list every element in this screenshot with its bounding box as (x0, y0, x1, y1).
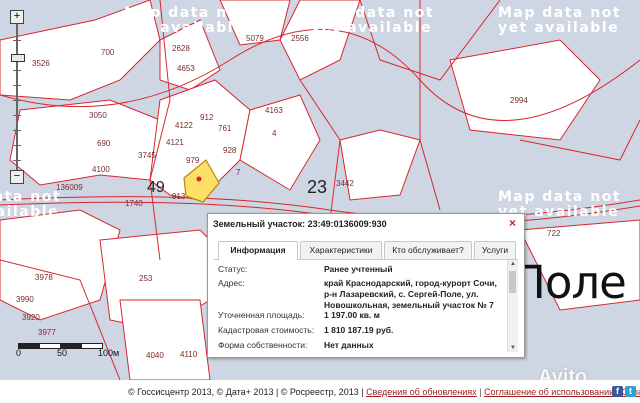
field-value: 1 810 187.19 руб. (324, 325, 394, 335)
updates-link[interactable]: Сведения об обновлениях (366, 387, 477, 397)
field-value: Нет данных (324, 340, 374, 350)
parcel-label: 3526 (32, 59, 50, 68)
copyright-text: © Госсисцентр 2013, © Дата+ 2013 | © Рос… (128, 387, 364, 397)
parcel-label: 4122 (175, 121, 193, 130)
twitter-icon[interactable]: t (625, 386, 636, 397)
field-label: Форма собственности: (218, 340, 308, 350)
block-number: 23 (307, 177, 327, 197)
parcel[interactable] (9, 99, 161, 186)
parcel-label: 700 (101, 48, 115, 57)
parcel-label: 761 (218, 124, 232, 133)
zoom-in-button[interactable]: + (10, 10, 24, 24)
zoom-out-button[interactable]: − (10, 170, 24, 184)
field-label: Кадастровая стоимость: (218, 325, 315, 335)
parcel[interactable] (119, 299, 211, 380)
close-icon[interactable]: × (507, 217, 518, 229)
zoom-track[interactable] (16, 24, 18, 170)
block-number: 49 (147, 179, 165, 196)
parcel-label: 3920 (22, 313, 40, 322)
popup-body[interactable]: Статус: Ранее учтенный Адрес: край Красн… (214, 260, 518, 352)
popup-title: Земельный участок: 23:49:0136009:930 (213, 219, 387, 229)
footer: © Госсисцентр 2013, © Дата+ 2013 | © Рос… (0, 380, 640, 403)
tab-who-serves[interactable]: Кто обслуживает? (384, 241, 472, 259)
terms-link[interactable]: Соглашение об использовании (484, 387, 614, 397)
parcel[interactable] (339, 129, 421, 201)
parcel-label: 3050 (89, 111, 107, 120)
field-label: Уточненная площадь: (218, 310, 305, 320)
scale-label: 0 (16, 348, 22, 358)
parcel-label: 5079 (246, 34, 264, 43)
no-data-label: Map data not yet available (498, 5, 622, 36)
field-value: край Краснодарский, город-курорт Сочи, р… (324, 278, 497, 310)
scrollbar-thumb[interactable] (509, 271, 516, 293)
parcel-label: 913 (172, 192, 186, 201)
parcel-label: 3745 (138, 151, 156, 160)
map-scale: 0 50 100м (16, 343, 120, 358)
no-data-label: Map data not yet available (0, 189, 62, 220)
popup-tabs: Информация Характеристики Кто обслуживае… (214, 241, 518, 260)
parcel-label: 2556 (291, 34, 309, 43)
parcel-label: 2628 (172, 44, 190, 53)
parcel-label: 4110 (180, 350, 198, 359)
parcel-label: 1740 (125, 199, 143, 208)
zoom-slider-handle[interactable] (11, 54, 25, 62)
parcel-label: 928 (223, 146, 237, 155)
parcel-label: 722 (547, 229, 561, 238)
parcel-label: 4040 (146, 351, 164, 360)
scale-label: 50 (57, 348, 68, 358)
no-data-label: Map data not yet available (124, 5, 248, 36)
parcel[interactable] (449, 39, 601, 141)
parcel-info-popup[interactable]: Земельный участок: 23:49:0136009:930 × И… (207, 213, 525, 358)
parcel-label: 979 (186, 156, 200, 165)
zoom-control[interactable]: + − (9, 10, 25, 184)
field-label: Адрес: (218, 278, 245, 288)
parcel-label: 4121 (166, 138, 184, 147)
no-data-label: Map data not yet available (311, 5, 435, 36)
parcel-label: 3442 (336, 179, 354, 188)
popup-scrollbar[interactable]: ▲ ▼ (507, 260, 518, 352)
parcel-marker-icon (196, 176, 202, 182)
scale-label: 100м (98, 348, 120, 358)
field-value: 1 197.00 кв. м (324, 310, 380, 320)
parcel-label: 2994 (510, 96, 528, 105)
field-value: Ранее учтенный (324, 264, 393, 274)
facebook-icon[interactable]: f (612, 386, 623, 397)
parcel-label: 4100 (92, 165, 110, 174)
field-label: Статус: (218, 264, 248, 274)
parcel-label: 253 (139, 274, 153, 283)
parcel-label: 3977 (38, 328, 56, 337)
parcel-label: 3990 (16, 295, 34, 304)
tab-services[interactable]: Услуги (474, 241, 516, 259)
parcel-label: 690 (97, 139, 111, 148)
place-name: Поле (512, 256, 627, 309)
parcel-label: 4 (272, 129, 277, 138)
tab-info[interactable]: Информация (218, 241, 298, 260)
parcel-label: 912 (200, 113, 214, 122)
parcel-label: 7 (236, 168, 241, 177)
parcel-label: 4163 (265, 106, 283, 115)
parcel-label: 4653 (177, 64, 195, 73)
tab-characteristics[interactable]: Характеристики (300, 241, 382, 259)
parcel-label: 3978 (35, 273, 53, 282)
